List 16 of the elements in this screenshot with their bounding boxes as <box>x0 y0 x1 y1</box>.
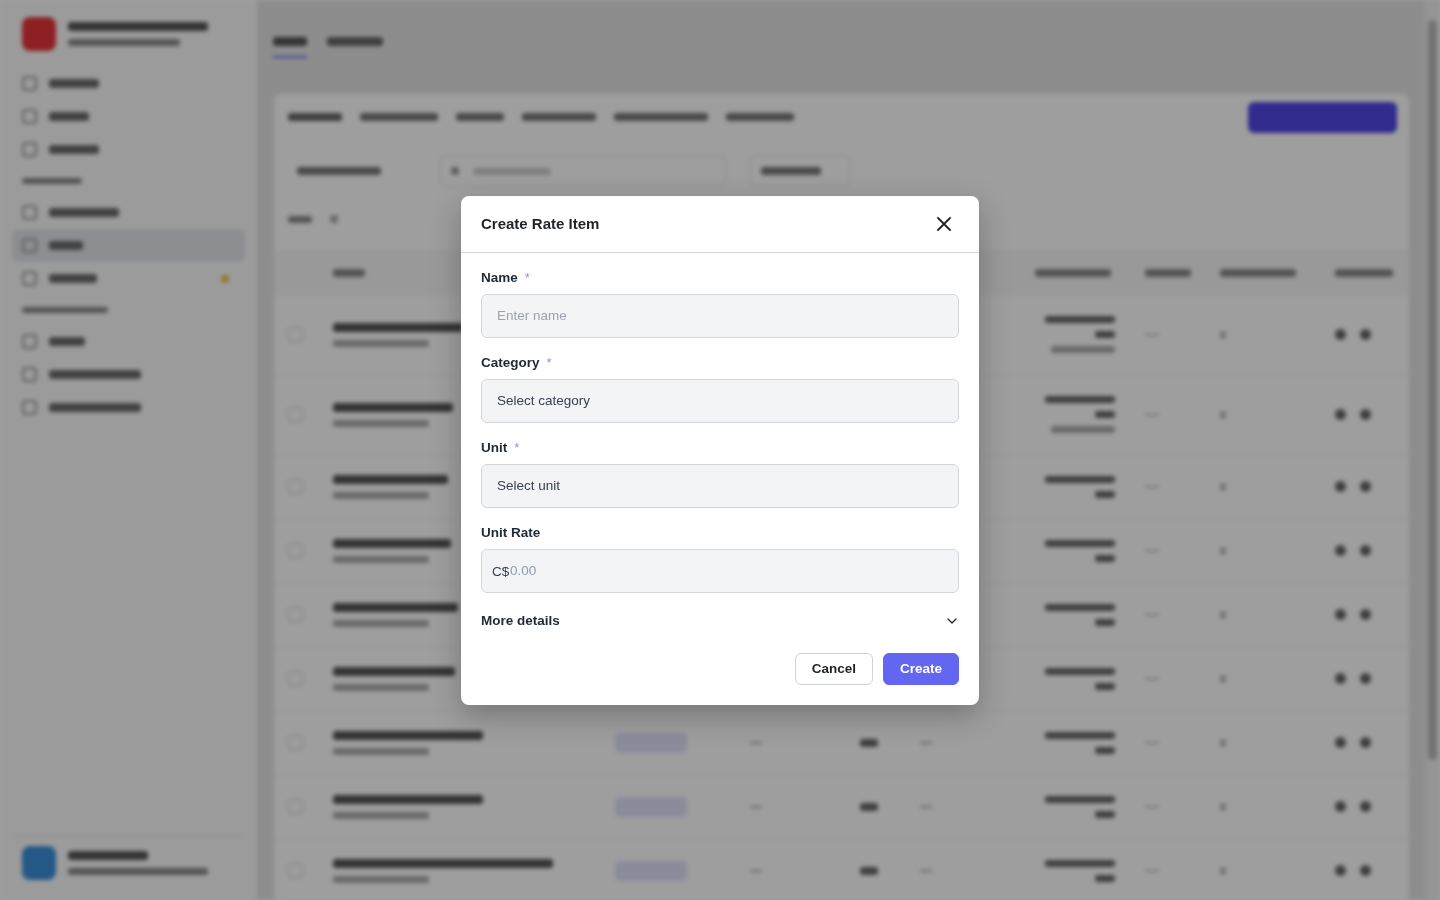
select-field[interactable]: Select unit <box>481 463 959 508</box>
cancel-button[interactable]: Cancel <box>794 652 873 685</box>
field-label: Category <box>481 355 540 370</box>
select-field[interactable]: Select category <box>481 378 959 423</box>
dialog-title: Create Rate Item <box>481 215 600 232</box>
field-label: Unit Rate <box>481 525 541 540</box>
currency-prefix: C$ <box>492 563 510 578</box>
required-asterisk: * <box>514 440 520 455</box>
more-details-toggle[interactable]: More details <box>481 611 959 630</box>
required-asterisk: * <box>524 270 530 285</box>
required-asterisk: * <box>546 355 552 370</box>
create-button[interactable]: Create <box>882 652 959 685</box>
field-label: Unit <box>481 440 508 455</box>
field-label: Name <box>481 270 518 285</box>
text-input[interactable]: Enter name <box>481 293 959 338</box>
close-icon <box>937 216 951 231</box>
